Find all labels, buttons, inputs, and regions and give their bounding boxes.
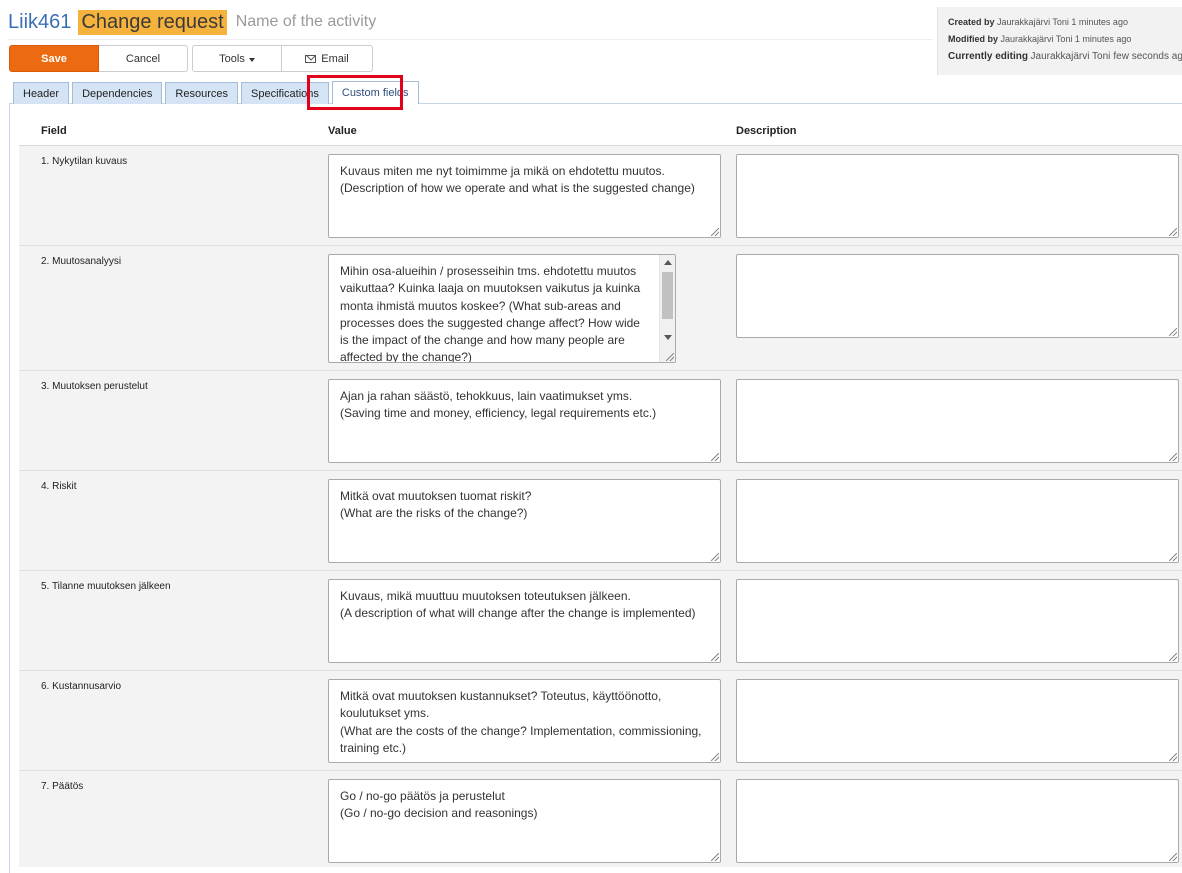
email-button[interactable]: Email [282, 45, 373, 72]
tab-highlight-annotation [307, 75, 403, 110]
value-text: Go / no-go päätös ja perustelut (Go / no… [340, 789, 538, 821]
field-label: 3. Muutoksen perustelut [41, 381, 148, 392]
field-label: 1. Nykytilan kuvaus [41, 156, 128, 167]
value-text: Mitkä ovat muutoksen tuomat riskit? (Wha… [340, 489, 532, 521]
tools-dropdown-button[interactable]: Tools [192, 45, 282, 72]
table-row: 3. Muutoksen perustelut Ajan ja rahan sä… [19, 371, 1182, 471]
value-textarea[interactable]: Kuvaus miten me nyt toimimme ja mikä on … [328, 154, 721, 238]
caret-down-icon [248, 57, 255, 62]
table-row: 2. Muutosanalyysi Mihin osa-alueihin / p… [19, 246, 1182, 371]
description-textarea[interactable] [736, 254, 1179, 338]
table-row: 1. Nykytilan kuvaus Kuvaus miten me nyt … [19, 146, 1182, 246]
vertical-scrollbar[interactable] [659, 255, 675, 362]
resize-grip-icon[interactable] [1169, 553, 1177, 561]
value-textarea[interactable]: Mitkä ovat muutoksen tuomat riskit? (Wha… [328, 479, 721, 563]
description-textarea[interactable] [736, 779, 1179, 863]
title-row: Liik461 Change request Name of the activ… [8, 7, 376, 37]
field-label: 5. Tilanne muutoksen jälkeen [41, 581, 171, 592]
editing-value: Jaurakkajärvi Toni [1030, 51, 1111, 62]
value-text: Ajan ja rahan säästö, tehokkuus, lain va… [340, 389, 657, 421]
resize-grip-icon[interactable] [1169, 753, 1177, 761]
value-textarea[interactable]: Mihin osa-alueihin / prosesseihin tms. e… [328, 254, 676, 363]
modified-value: Jaurakkajärvi Toni 1 minutes ago [1000, 34, 1132, 44]
description-textarea[interactable] [736, 154, 1179, 238]
resize-grip-icon[interactable] [1169, 453, 1177, 461]
email-label: Email [321, 52, 349, 65]
activity-code: Liik461 [8, 10, 72, 33]
audit-info-panel: Created by Jaurakkajärvi Toni 1 minutes … [937, 7, 1182, 75]
resize-grip-icon[interactable] [711, 853, 719, 861]
title-divider [8, 39, 933, 40]
column-header-field: Field [41, 125, 67, 137]
resize-grip-icon[interactable] [1169, 228, 1177, 236]
value-text: Kuvaus, mikä muuttuu muutoksen toteutuks… [340, 589, 696, 621]
description-textarea[interactable] [736, 479, 1179, 563]
modified-label: Modified by [948, 34, 998, 44]
resize-grip-icon[interactable] [711, 453, 719, 461]
scroll-thumb[interactable] [662, 272, 673, 319]
value-textarea[interactable]: Go / no-go päätös ja perustelut (Go / no… [328, 779, 721, 863]
description-textarea[interactable] [736, 679, 1179, 763]
editing-ago: few seconds ago [1113, 51, 1182, 62]
activity-name[interactable]: Name of the activity [236, 13, 377, 31]
column-header-description: Description [736, 125, 797, 137]
resize-grip-icon[interactable] [711, 753, 719, 761]
envelope-icon [305, 54, 317, 63]
description-textarea[interactable] [736, 579, 1179, 663]
value-textarea[interactable]: Ajan ja rahan säästö, tehokkuus, lain va… [328, 379, 721, 463]
editing-label: Currently editing [948, 51, 1029, 62]
field-label: 4. Riskit [41, 481, 77, 492]
tab-dependencies[interactable]: Dependencies [72, 82, 163, 104]
column-header-value: Value [328, 125, 357, 137]
created-info: Created by Jaurakkajärvi Toni 1 minutes … [948, 15, 1182, 32]
created-value: Jaurakkajärvi Toni 1 minutes ago [997, 17, 1128, 27]
field-label: 2. Muutosanalyysi [41, 256, 122, 267]
tab-header[interactable]: Header [13, 82, 70, 104]
resize-grip-icon[interactable] [711, 228, 719, 236]
value-text: Kuvaus miten me nyt toimimme ja mikä on … [340, 164, 695, 196]
field-label: 6. Kustannusarvio [41, 681, 122, 692]
table-row: 5. Tilanne muutoksen jälkeen Kuvaus, mik… [19, 571, 1182, 671]
tools-label: Tools [219, 52, 245, 65]
value-textarea[interactable]: Mitkä ovat muutoksen kustannukset? Toteu… [328, 679, 721, 763]
table-row: 6. Kustannusarvio Mitkä ovat muutoksen k… [19, 671, 1182, 771]
modified-info: Modified by Jaurakkajärvi Toni 1 minutes… [948, 32, 1182, 49]
tab-resources[interactable]: Resources [165, 82, 238, 104]
activity-type-badge: Change request [78, 9, 227, 35]
editing-info: Currently editing Jaurakkajärvi Toni few … [948, 49, 1182, 66]
cancel-button[interactable]: Cancel [99, 45, 188, 72]
value-text: Mitkä ovat muutoksen kustannukset? Toteu… [340, 689, 702, 755]
table-row: 7. Päätös Go / no-go päätös ja perustelu… [19, 771, 1182, 867]
field-label: 7. Päätös [41, 781, 84, 792]
resize-grip-icon[interactable] [1169, 328, 1177, 336]
scroll-down-icon[interactable] [664, 335, 672, 340]
table-row: 4. Riskit Mitkä ovat muutoksen tuomat ri… [19, 471, 1182, 571]
save-button[interactable]: Save [9, 45, 99, 72]
value-text: Mihin osa-alueihin / prosesseihin tms. e… [340, 264, 641, 363]
scroll-up-icon[interactable] [664, 260, 672, 265]
value-textarea[interactable]: Kuvaus, mikä muuttuu muutoksen toteutuks… [328, 579, 721, 663]
resize-grip-icon[interactable] [1169, 853, 1177, 861]
resize-grip-icon[interactable] [1169, 653, 1177, 661]
created-label: Created by [948, 17, 995, 27]
resize-grip-icon[interactable] [711, 553, 719, 561]
resize-grip-icon[interactable] [666, 353, 674, 361]
resize-grip-icon[interactable] [711, 653, 719, 661]
description-textarea[interactable] [736, 379, 1179, 463]
toolbar: Save Cancel Tools Email [9, 45, 373, 72]
